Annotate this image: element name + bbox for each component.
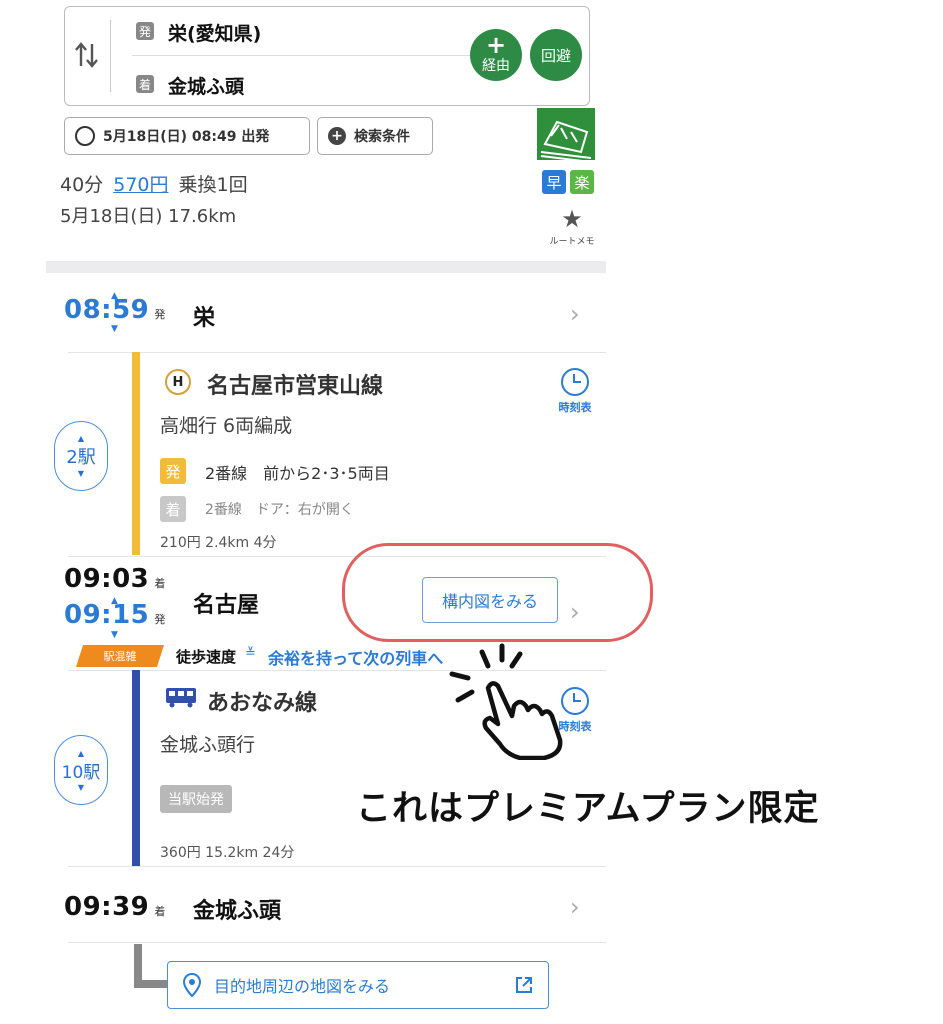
arrival-time: 09:03 着 — [64, 564, 165, 594]
departure-time-value: 08:59 — [64, 295, 150, 325]
train-direction: 金城ふ頭行 — [160, 734, 256, 756]
duration: 40分 — [60, 174, 104, 196]
fare-link[interactable]: 570円 — [113, 174, 168, 196]
fare-info: 210円 2.4km 4分 — [160, 535, 277, 551]
walk-speed-label: 徒歩速度 — [176, 648, 237, 666]
route-summary: 40分 570円 乗換1回 — [60, 170, 248, 197]
avoid-button[interactable]: 回避 — [530, 29, 582, 81]
next-train-link[interactable]: 余裕を持って次の列車へ — [268, 645, 443, 669]
aonami-line-bar — [132, 670, 140, 866]
route-memo-button[interactable]: ★ ルートメモ — [549, 207, 595, 247]
divider — [132, 55, 472, 56]
chevron-down-icon: ▼ — [77, 782, 85, 792]
annotation-highlight-oval — [342, 543, 653, 642]
destination-map-button[interactable]: 目的地周辺の地図をみる — [167, 961, 549, 1009]
chevron-up-icon: ▲ — [111, 596, 118, 606]
arrival-time-value: 09:03 — [64, 564, 150, 594]
clock-icon — [75, 126, 95, 146]
divider — [110, 20, 111, 92]
timetable-button[interactable]: 時刻表 — [550, 368, 600, 415]
stop-count: 2駅 — [66, 447, 96, 468]
departure-suffix: 発 — [154, 613, 166, 626]
chevron-up-icon: ▲ — [111, 291, 118, 301]
arrival-platform-tag: 着 — [160, 496, 186, 522]
chevron-right-icon[interactable]: › — [570, 300, 580, 328]
star-icon: ★ — [561, 205, 583, 233]
train-icon — [537, 108, 595, 163]
train-direction: 高畑行 6両編成 — [160, 415, 293, 437]
search-conditions-button[interactable]: + 検索条件 — [317, 117, 433, 155]
timetable-label: 時刻表 — [558, 401, 592, 414]
arrival-station-field[interactable]: 金城ふ頭 — [168, 72, 244, 99]
station-name-kinjo-futo[interactable]: 金城ふ頭 — [193, 893, 281, 925]
stop-count-button[interactable]: ▲ 2駅 ▼ — [54, 421, 108, 491]
map-pin-icon — [182, 972, 202, 998]
chevron-down-icon: ▼ — [111, 630, 118, 640]
via-label: 経由 — [482, 58, 510, 74]
easy-badge: 楽 — [570, 170, 594, 194]
arrival-suffix: 着 — [154, 905, 166, 918]
chevron-up-icon: ▲ — [77, 748, 85, 758]
chevron-up-icon: ▲ — [77, 434, 85, 443]
line-name-higashiyama[interactable]: 名古屋市営東山線 — [207, 368, 383, 400]
arrival-suffix: 着 — [154, 577, 166, 590]
arrival-tag: 着 — [136, 75, 154, 93]
chevron-right-icon[interactable]: › — [570, 893, 580, 921]
arrival-time: 09:39 着 — [64, 892, 165, 922]
transfers: 乗換1回 — [178, 174, 248, 196]
chevron-down-icon: ▼ — [77, 469, 85, 478]
subway-line-icon: H — [165, 369, 191, 395]
chevron-down-icon: ≚ — [245, 646, 256, 661]
external-link-icon — [514, 975, 534, 995]
section-separator — [46, 261, 606, 273]
conditions-label: 検索条件 — [354, 129, 410, 145]
chevron-down-icon: ▼ — [111, 324, 118, 334]
plus-circle-icon: + — [328, 127, 346, 145]
arrival-time-value: 09:39 — [64, 892, 150, 922]
departure-time-value: 09:15 — [64, 600, 150, 630]
origin-station-badge: 当駅始発 — [160, 785, 232, 813]
datetime-button[interactable]: 5月18日(日) 08:49 出発 — [64, 117, 310, 155]
congestion-badge[interactable]: 駅混雑 — [76, 645, 164, 667]
walk-path-horizontal — [134, 980, 170, 988]
via-button[interactable]: + 経由 — [470, 29, 522, 81]
divider — [68, 866, 606, 867]
route-memo-label: ルートメモ — [549, 237, 595, 247]
plus-icon: + — [485, 31, 507, 59]
station-name-sakae[interactable]: 栄 — [193, 300, 215, 332]
annotation-caption: これはプレミアムプラン限定 — [356, 789, 820, 829]
pointing-hand-icon — [440, 640, 570, 761]
fast-badge: 早 — [542, 170, 566, 194]
departure-station-field[interactable]: 栄(愛知県) — [168, 19, 261, 46]
departure-platform: 2番線 前から2･3･5両目 — [205, 464, 390, 483]
chevron-right-icon[interactable]: › — [570, 598, 580, 626]
arrival-platform: 2番線 ドア：右が開く — [205, 502, 354, 518]
divider — [68, 352, 606, 353]
divider — [68, 942, 606, 943]
line-name-aonami[interactable]: あおなみ線 — [207, 685, 317, 717]
clock-icon — [561, 368, 589, 396]
stop-count: 10駅 — [61, 762, 101, 783]
swap-icon[interactable] — [72, 38, 102, 72]
fare-info: 360円 15.2km 24分 — [160, 845, 295, 861]
higashiyama-line-bar — [132, 352, 140, 555]
bus-train-icon — [164, 686, 198, 708]
departure-platform-tag: 発 — [160, 458, 186, 484]
stop-count-button[interactable]: ▲ 10駅 ▼ — [54, 735, 108, 805]
date-distance: 5月18日(日) 17.6km — [60, 206, 237, 227]
datetime-label: 5月18日(日) 08:49 出発 — [103, 129, 270, 145]
departure-tag: 発 — [136, 22, 154, 40]
destination-map-label: 目的地周辺の地図をみる — [214, 977, 391, 996]
departure-suffix: 発 — [154, 308, 166, 321]
station-name-nagoya[interactable]: 名古屋 — [193, 587, 259, 619]
